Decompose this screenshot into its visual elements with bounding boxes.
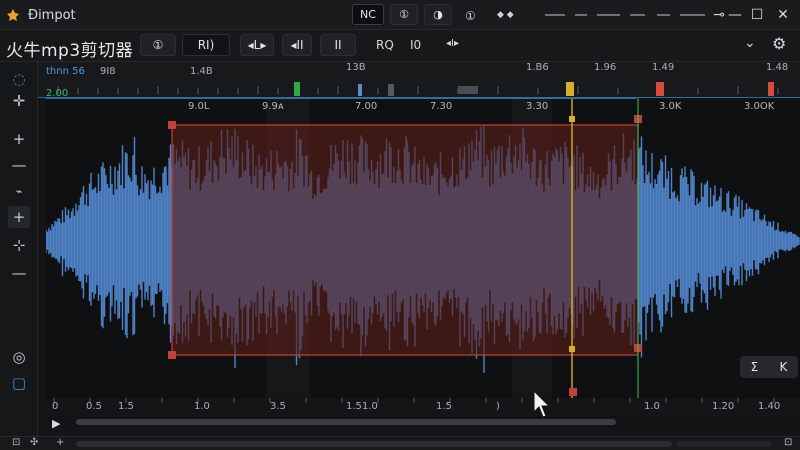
grid-label: 9.0L (188, 101, 210, 112)
diamond-nav-icon[interactable]: ◆ ◆ (497, 10, 514, 20)
remove-icon[interactable]: — (8, 262, 30, 284)
selection-region (171, 124, 639, 356)
waveform-graphic[interactable] (46, 98, 800, 398)
grid-label: 7.30 (430, 101, 453, 112)
ruler-label: 1.0 (194, 401, 210, 412)
grid-label: 3.0OK (744, 101, 775, 112)
playhead-handle (569, 346, 575, 352)
snapshot-icon[interactable]: ⊡ (12, 437, 20, 448)
step-play-button[interactable]: ◂II (282, 34, 312, 56)
expand-icon[interactable]: ⊡ (784, 437, 792, 448)
pause-button[interactable]: II (320, 34, 356, 56)
tick-label: 1.96 (594, 62, 617, 73)
contrast-button[interactable]: ◑ (424, 4, 452, 25)
main-toolbar: 火牛mp3剪切器 ① RI) ◂L▸ ◂II II RQ I0 ◂I▸ ⌄ ⚙ (0, 30, 800, 62)
loop-button[interactable]: ◂L▸ (240, 34, 274, 56)
grid-label: 3.30 (526, 101, 549, 112)
ruler-label: ) (496, 401, 500, 412)
app-name: 火牛mp3剪切器 (6, 41, 134, 61)
waveform-canvas[interactable]: 9.0L 9.9ᴀ 7.00 7.30 3.30 3.0K 3.0OK (46, 98, 800, 398)
ruler-label: 1.5 (118, 401, 134, 412)
nc-button[interactable]: NC (352, 4, 384, 25)
add-icon[interactable]: + (56, 437, 64, 448)
crosshair-icon[interactable]: ✣ (30, 437, 38, 448)
grid-label: 9.9ᴀ (262, 101, 284, 112)
gear-icon[interactable]: ⚙ (772, 34, 786, 53)
mouse-cursor-icon (533, 390, 551, 418)
grid-label: 3.0K (659, 101, 682, 112)
ruler-label: 0.5 (86, 401, 102, 412)
move-icon[interactable]: ✛ (8, 90, 30, 112)
playhead-marker (569, 388, 577, 396)
title-bar: Ðimpot NC ① ◑ ① ◆ ◆ ⊸ — ☐ ✕ (0, 0, 800, 30)
ruler-label: 1.0 (362, 401, 378, 412)
zoom-out-icon[interactable]: — (8, 154, 30, 176)
tick-label: 1.B6 (526, 62, 549, 73)
timeline-ticks (57, 82, 779, 96)
play-icon[interactable]: ▶ (52, 417, 60, 430)
tick-label: 1.48 (766, 62, 789, 73)
timeline-ruler[interactable]: thnn 56 9I8 1.4B 13B 1.B6 1.96 1.49 1.48 (38, 62, 800, 99)
selection-handle (168, 121, 176, 129)
rq-label[interactable]: RQ (376, 38, 394, 52)
info-icon[interactable]: ① (465, 9, 476, 23)
bottom-ruler[interactable]: 0 0.5 1.5 1.0 3.5 1.5 1.0 1.5 ) 1.0 1.20… (46, 398, 800, 416)
ruler-label: 3.5 (270, 401, 286, 412)
maximize-button[interactable]: ☐ (744, 0, 770, 30)
overview-bar-secondary[interactable] (676, 441, 772, 447)
tick-label: 13B (346, 62, 366, 73)
ruler-label: 1.40 (758, 401, 781, 412)
collapse-icon[interactable]: K (779, 360, 787, 374)
ruler-label: 1.5 (436, 401, 452, 412)
ruler-label: 0 (52, 401, 59, 412)
sigma-icon[interactable]: Σ (751, 360, 759, 374)
power-toggle-button[interactable]: ① (390, 4, 418, 25)
record-input-button[interactable]: RI) (182, 34, 230, 56)
fade-icon[interactable]: ⌁ (8, 180, 30, 202)
status-bar: ⊡ ✣ + ⊡ (0, 436, 800, 450)
selection-controls: Σ K (740, 356, 798, 378)
tick-label: 1.49 (652, 62, 675, 73)
region-select-icon[interactable]: ▢ (8, 372, 30, 394)
io-label[interactable]: I0 (410, 38, 421, 52)
add-marker-icon[interactable]: + (8, 206, 30, 228)
ruler-label: 1.0 (644, 401, 660, 412)
split-icon[interactable]: ⊹ (8, 234, 30, 256)
horizontal-scrollbar[interactable] (46, 416, 800, 428)
app-logo-icon (7, 9, 19, 21)
chevron-down-icon[interactable]: ⌄ (744, 35, 756, 51)
mini-waveform-icon (545, 14, 705, 16)
window-title: Ðimpot (28, 8, 76, 23)
bottom-ticks (53, 398, 775, 403)
grid-label: 7.00 (355, 101, 378, 112)
loop-select-icon[interactable]: ◌ (8, 68, 30, 90)
target-icon[interactable]: ◎ (8, 346, 30, 368)
nudge-arrows-icon[interactable]: ◂I▸ (446, 38, 459, 49)
overview-bar[interactable] (76, 441, 672, 447)
playhead-handle (569, 116, 575, 122)
ruler-label: 1.20 (712, 401, 735, 412)
selection-handle (168, 351, 176, 359)
zoom-in-icon[interactable]: + (8, 128, 30, 150)
left-tool-strip: ◌ ✛ + — ⌁ + ⊹ — ◎ ▢ (0, 62, 38, 437)
ruler-label: 1.5 (346, 401, 362, 412)
close-button[interactable]: ✕ (770, 0, 796, 30)
power-button[interactable]: ① (140, 34, 176, 56)
